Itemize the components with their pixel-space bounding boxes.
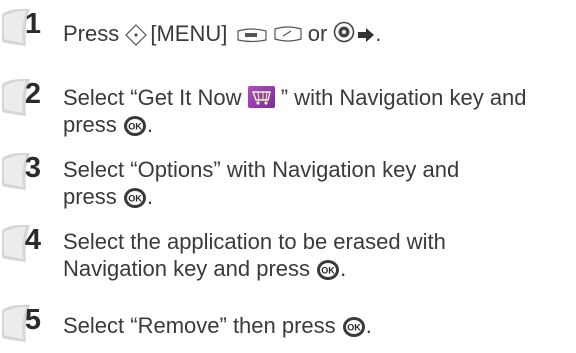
round-key-icon: [333, 21, 355, 49]
step-text: Select the application to be erased with…: [63, 228, 446, 282]
step-number: 3: [24, 152, 42, 184]
step-badge: 4: [0, 222, 54, 264]
step-text-part: Navigation key and press: [63, 256, 317, 281]
step-text-part: .: [146, 112, 154, 137]
step-number: 5: [24, 304, 42, 336]
step-text-part: Press: [63, 21, 126, 46]
step-text-part: or: [301, 21, 334, 46]
step-text-part: .: [340, 256, 347, 281]
step-text-part: .: [375, 21, 382, 46]
right-arrow-icon: [357, 22, 375, 49]
step-badge: 5: [0, 302, 54, 344]
step-text-part: ” with Navigation key and: [274, 85, 527, 110]
menu-label: [MENU]: [150, 21, 228, 46]
step-text: Select “Options” with Navigation key and…: [63, 156, 459, 210]
step-text-part: press: [63, 112, 123, 137]
ok-key-icon: OK: [342, 316, 366, 338]
step-text: Select “Get It Now ” with Navigation key…: [63, 84, 527, 138]
step-badge: 2: [0, 76, 54, 118]
step-number: 1: [24, 8, 42, 40]
step-text-part: .: [146, 184, 154, 209]
step-text-part: Select “Get It Now: [63, 85, 248, 110]
svg-text:OK: OK: [128, 122, 142, 132]
step-text-part: Select “Options” with Navigation key and: [63, 157, 460, 182]
step-number: 2: [24, 78, 42, 110]
step-number: 4: [24, 224, 42, 256]
step-badge: 3: [0, 150, 54, 192]
navigation-key-icon: [125, 24, 148, 47]
svg-text:OK: OK: [128, 194, 142, 204]
ok-key-icon: OK: [123, 187, 147, 209]
step-text: Press [MENU] or .: [63, 20, 382, 49]
step-text-part: .: [365, 313, 372, 338]
soft-key-icon: [237, 22, 268, 49]
soft-key-icon: [274, 22, 302, 49]
step-text: Select “Remove” then press OK .: [63, 312, 372, 339]
step-text-part: press: [63, 184, 123, 209]
ok-key-icon: OK: [123, 115, 147, 137]
step-badge: 1: [0, 6, 54, 48]
step-text-part: Select the application to be erased with: [63, 229, 446, 254]
ok-key-icon: OK: [316, 259, 340, 281]
svg-text:OK: OK: [321, 266, 335, 276]
svg-text:OK: OK: [347, 323, 361, 333]
step-text-part: Select “Remove” then press: [63, 313, 342, 338]
get-it-now-icon: [247, 86, 275, 108]
